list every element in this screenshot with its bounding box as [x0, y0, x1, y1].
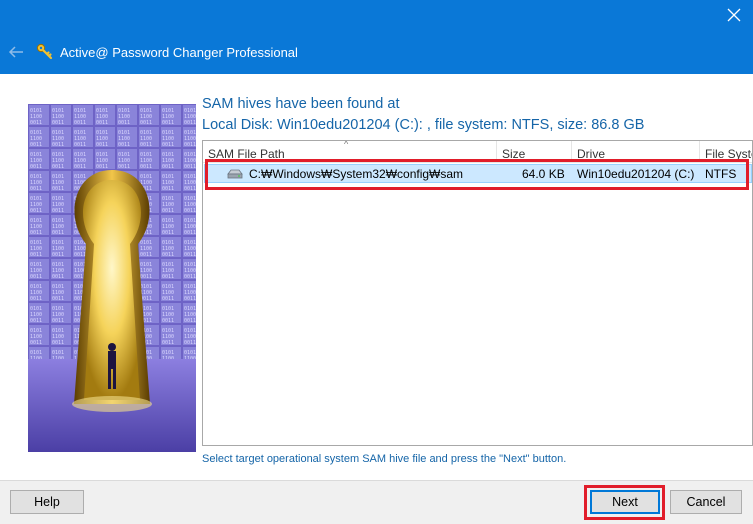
cell-size: 64.0 KB: [522, 167, 565, 181]
cell-drive: Win10edu201204 (C:): [577, 167, 695, 181]
title-bar: Active@ Password Changer Professional: [0, 0, 753, 74]
sam-hive-list[interactable]: SAM File Path ^ Size Drive File System C…: [202, 140, 753, 446]
close-icon[interactable]: [715, 0, 753, 30]
window-title: Active@ Password Changer Professional: [60, 45, 298, 60]
column-header-drive[interactable]: Drive: [572, 141, 700, 163]
disk-info-heading: Local Disk: Win10edu201204 (C:): , file …: [202, 117, 645, 133]
instruction-text: Select target operational system SAM hiv…: [202, 453, 567, 465]
column-header-file-system[interactable]: File System: [700, 141, 752, 163]
cell-file-system: NTFS: [705, 167, 737, 181]
table-row[interactable]: C:₩Windows₩System32₩config₩sam 64.0 KB W…: [204, 164, 752, 183]
button-bar: Help Next Cancel: [0, 480, 753, 524]
hard-drive-icon: [227, 168, 243, 183]
found-heading: SAM hives have been found at: [202, 96, 400, 112]
next-button[interactable]: Next: [590, 490, 660, 514]
column-header-path[interactable]: SAM File Path ^: [203, 141, 497, 163]
key-icon: [36, 43, 54, 61]
list-header: SAM File Path ^ Size Drive File System: [203, 141, 752, 163]
keyhole-illustration: 0101 1100 0011: [28, 104, 196, 452]
cell-path: C:₩Windows₩System32₩config₩sam: [249, 167, 464, 181]
column-header-size[interactable]: Size: [497, 141, 572, 163]
back-arrow-icon[interactable]: [6, 41, 26, 63]
help-button[interactable]: Help: [10, 490, 84, 514]
sort-ascending-icon: ^: [344, 141, 349, 149]
cancel-button[interactable]: Cancel: [670, 490, 742, 514]
